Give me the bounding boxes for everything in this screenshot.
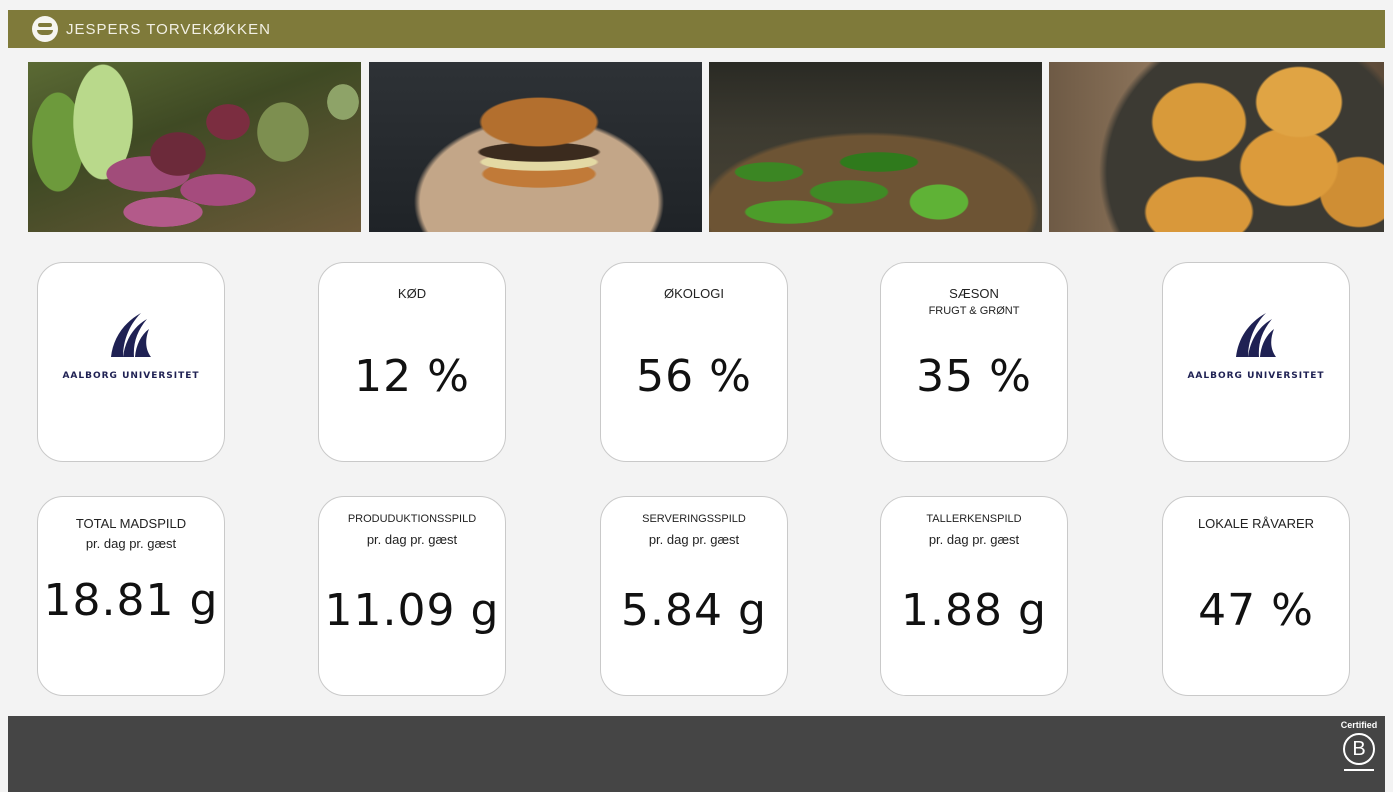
brand-title: JESPERS TORVEKØKKEN xyxy=(66,20,271,38)
meat-card: KØD 12 % xyxy=(318,262,506,462)
cornbread-photo xyxy=(1049,62,1384,232)
aau-logo-text: AALBORG UNIVERSITET xyxy=(1187,371,1325,381)
photo-banner xyxy=(28,62,1384,232)
total-waste-sublabel: pr. dag pr. gæst xyxy=(85,536,177,551)
plate-waste-value: 1.88 g xyxy=(901,585,1047,636)
plate-waste-label: TALLERKENSPILD xyxy=(926,513,1022,525)
season-card: SÆSON FRUGT & GRØNT 35 % xyxy=(880,262,1068,462)
total-waste-label: TOTAL MADSPILD xyxy=(75,516,187,531)
header-bar: JESPERS TORVEKØKKEN xyxy=(8,10,1385,48)
meat-label: KØD xyxy=(397,286,427,301)
production-waste-value: 11.09 g xyxy=(324,585,500,636)
certified-text: Certified xyxy=(1340,720,1378,730)
local-produce-card: LOKALE RÅVARER 47 % xyxy=(1162,496,1350,696)
season-value: 35 % xyxy=(916,351,1032,402)
production-waste-card: PRODUDUKTIONSSPILD pr. dag pr. gæst 11.0… xyxy=(318,496,506,696)
production-waste-label: PRODUDUKTIONSSPILD xyxy=(347,513,477,525)
organic-card: ØKOLOGI 56 % xyxy=(600,262,788,462)
green-peppers-photo xyxy=(709,62,1042,232)
aau-logo-card-right: AALBORG UNIVERSITET xyxy=(1162,262,1350,462)
season-sublabel: FRUGT & GRØNT xyxy=(928,305,1020,317)
local-produce-label: LOKALE RÅVARER xyxy=(1197,516,1315,531)
plate-waste-card: TALLERKENSPILD pr. dag pr. gæst 1.88 g xyxy=(880,496,1068,696)
aau-logo-text: AALBORG UNIVERSITET xyxy=(62,371,200,381)
meat-value: 12 % xyxy=(354,351,470,402)
season-label: SÆSON xyxy=(949,286,999,301)
organic-label: ØKOLOGI xyxy=(664,286,724,301)
vegetables-photo xyxy=(28,62,361,232)
aau-wave-logo-icon xyxy=(1236,313,1276,357)
footer-bar: Certified B xyxy=(8,716,1385,792)
b-corp-underline xyxy=(1344,769,1374,771)
organic-value: 56 % xyxy=(636,351,752,402)
aau-logo-card-left: AALBORG UNIVERSITET xyxy=(37,262,225,462)
b-corp-icon: B xyxy=(1343,733,1375,765)
serving-waste-value: 5.84 g xyxy=(621,585,767,636)
local-produce-value: 47 % xyxy=(1198,585,1314,636)
restaurant-logo-icon xyxy=(32,16,58,42)
serving-waste-label: SERVERINGSSPILD xyxy=(642,513,746,525)
serving-waste-sublabel: pr. dag pr. gæst xyxy=(648,532,740,547)
burger-photo xyxy=(369,62,702,232)
production-waste-sublabel: pr. dag pr. gæst xyxy=(366,532,458,547)
serving-waste-card: SERVERINGSSPILD pr. dag pr. gæst 5.84 g xyxy=(600,496,788,696)
certified-b-corp-logo: Certified B xyxy=(1337,720,1381,771)
total-waste-card: TOTAL MADSPILD pr. dag pr. gæst 18.81 g xyxy=(37,496,225,696)
aau-wave-logo-icon xyxy=(111,313,151,357)
total-waste-value: 18.81 g xyxy=(43,575,219,626)
plate-waste-sublabel: pr. dag pr. gæst xyxy=(928,532,1020,547)
